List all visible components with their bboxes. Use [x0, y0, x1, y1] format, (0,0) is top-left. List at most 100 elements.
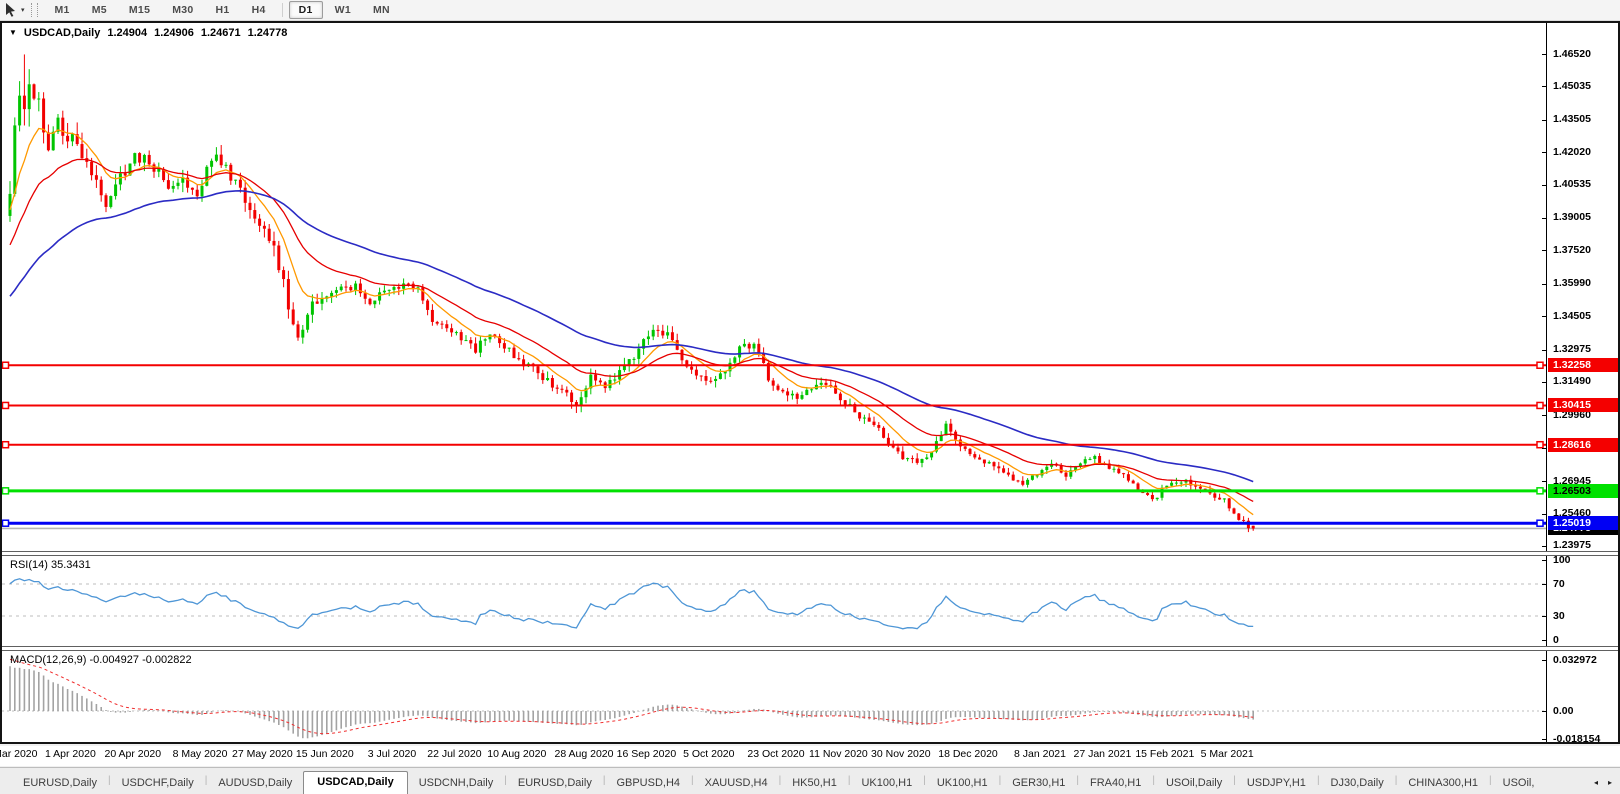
dropdown-caret-icon[interactable]: ▾ — [20, 6, 29, 14]
chart-tab-xauusd-h4[interactable]: XAUUSD,H4 — [694, 773, 779, 794]
date-label: 8 May 2020 — [173, 748, 228, 760]
axis-tick-mark — [1542, 86, 1547, 87]
tab-scroll-left-button[interactable]: ◂ — [1594, 778, 1598, 787]
chart-tab-hk50-h1[interactable]: HK50,H1 — [781, 773, 848, 794]
date-label: 15 Jun 2020 — [296, 748, 354, 760]
date-label: 16 Sep 2020 — [617, 748, 677, 760]
macd-tick-label: 0.00 — [1553, 705, 1573, 718]
date-label: 20 Apr 2020 — [104, 748, 161, 760]
tab-scroll-right-button[interactable]: ▸ — [1608, 778, 1612, 787]
line-handle[interactable] — [3, 402, 9, 408]
timeframe-button-w1[interactable]: W1 — [325, 1, 361, 19]
date-label: 1 Apr 2020 — [45, 748, 96, 760]
timeframe-button-m1[interactable]: M1 — [45, 1, 80, 19]
cursor-tool-icon[interactable] — [2, 2, 20, 18]
ma-slow-line — [10, 191, 1253, 482]
timeframe-button-m5[interactable]: M5 — [82, 1, 117, 19]
ma-mid-line — [10, 159, 1253, 501]
price-tick-label: 1.46520 — [1553, 48, 1591, 61]
price-chart-canvas[interactable] — [2, 23, 1546, 551]
line-handle[interactable] — [1537, 442, 1543, 448]
axis-tick-mark — [1542, 640, 1547, 641]
price-tick-label: 1.43505 — [1553, 113, 1591, 126]
low-value: 1.24671 — [201, 27, 241, 39]
chart-tab-ger30-h1[interactable]: GER30,H1 — [1001, 773, 1076, 794]
date-label: 10 Aug 2020 — [487, 748, 546, 760]
date-label: 28 Aug 2020 — [555, 748, 614, 760]
timeframe-button-h1[interactable]: H1 — [206, 1, 240, 19]
date-label: 27 May 2020 — [232, 748, 293, 760]
line-handle[interactable] — [1537, 488, 1543, 494]
price-tick-label: 1.39005 — [1553, 211, 1591, 224]
pane-divider[interactable] — [2, 646, 1618, 651]
chart-tab-fra40-h1[interactable]: FRA40,H1 — [1079, 773, 1152, 794]
chart-tab-usoil-daily[interactable]: USOil,Daily — [1155, 773, 1233, 794]
axis-tick-mark — [1542, 584, 1547, 585]
macd-histogram — [10, 666, 1253, 738]
line-handle[interactable] — [1537, 362, 1543, 368]
price-tick-label: 1.31490 — [1553, 375, 1591, 388]
level-price-label: 1.28616 — [1548, 438, 1618, 452]
macd-tick-label: -0.018154 — [1553, 733, 1600, 746]
date-label: 22 Jul 2020 — [427, 748, 481, 760]
line-handle[interactable] — [3, 488, 9, 494]
level-price-label: 1.32258 — [1548, 358, 1618, 372]
rsi-chart-canvas[interactable] — [2, 556, 1546, 646]
date-label: 18 Dec 2020 — [938, 748, 998, 760]
chart-tab-usdjpy-h1[interactable]: USDJPY,H1 — [1236, 773, 1317, 794]
price-tick-label: 1.40535 — [1553, 178, 1591, 191]
price-tick-label: 1.32975 — [1553, 343, 1591, 356]
date-label: 8 Jan 2021 — [1014, 748, 1066, 760]
axis-tick-mark — [1542, 120, 1547, 121]
chart-tab-uk100-h1[interactable]: UK100,H1 — [926, 773, 999, 794]
level-price-label: 1.30415 — [1548, 398, 1618, 412]
chart-tab-usdcnh-daily[interactable]: USDCNH,Daily — [408, 773, 505, 794]
chart-tab-usoil-[interactable]: USOil, — [1492, 773, 1546, 794]
axis-tick-mark — [1542, 284, 1547, 285]
chart-tab-gbpusd-h4[interactable]: GBPUSD,H4 — [605, 773, 691, 794]
axis-tick-mark — [1542, 350, 1547, 351]
date-label: 5 Oct 2020 — [683, 748, 734, 760]
cursor-arrow-glyph — [5, 3, 17, 17]
price-tick-label: 1.45035 — [1553, 80, 1591, 93]
timeframe-button-m15[interactable]: M15 — [119, 1, 160, 19]
axis-tick-mark — [1542, 711, 1547, 712]
pane-divider[interactable] — [2, 551, 1618, 556]
axis-tick-mark — [1542, 54, 1547, 55]
timeframe-button-mn[interactable]: MN — [363, 1, 400, 19]
timeframe-button-h4[interactable]: H4 — [242, 1, 276, 19]
axis-tick-mark — [1542, 316, 1547, 317]
chart-tab-usdcad-daily[interactable]: USDCAD,Daily — [303, 771, 407, 794]
price-tick-label: 1.42020 — [1553, 146, 1591, 159]
chart-title: ▼ USDCAD,Daily 1.24904 1.24906 1.24671 1… — [9, 27, 287, 39]
date-axis[interactable]: 13 Mar 20201 Apr 202020 Apr 20208 May 20… — [0, 746, 1620, 766]
macd-signal-line — [10, 659, 1253, 733]
macd-chart-canvas[interactable] — [2, 651, 1546, 741]
chart-tab-eurusd-daily[interactable]: EURUSD,Daily — [12, 773, 108, 794]
chart-tab-dj30-daily[interactable]: DJ30,Daily — [1320, 773, 1395, 794]
timeframe-button-m30[interactable]: M30 — [162, 1, 203, 19]
rsi-tick-label: 70 — [1553, 578, 1565, 591]
line-handle[interactable] — [1537, 520, 1543, 526]
line-handle[interactable] — [3, 362, 9, 368]
line-handle[interactable] — [1537, 402, 1543, 408]
rsi-line — [10, 579, 1253, 629]
date-label: 11 Nov 2020 — [809, 748, 868, 760]
close-value: 1.24778 — [248, 27, 288, 39]
rsi-tick-label: 30 — [1553, 610, 1565, 623]
level-lines-layer[interactable] — [2, 362, 1546, 526]
level-price-label: 1.26503 — [1548, 484, 1618, 498]
timeframe-button-d1[interactable]: D1 — [289, 1, 323, 19]
chart-tab-audusd-daily[interactable]: AUDUSD,Daily — [207, 773, 303, 794]
collapse-triangle-icon[interactable]: ▼ — [9, 28, 17, 38]
chart-tab-eurusd-daily[interactable]: EURUSD,Daily — [507, 773, 603, 794]
line-handle[interactable] — [3, 442, 9, 448]
candles-layer — [9, 54, 1255, 532]
chart-tab-china300-h1[interactable]: CHINA300,H1 — [1397, 773, 1489, 794]
line-handle[interactable] — [3, 520, 9, 526]
chart-tab-uk100-h1[interactable]: UK100,H1 — [850, 773, 923, 794]
axis-tick-mark — [1542, 481, 1547, 482]
chart-tab-usdchf-daily[interactable]: USDCHF,Daily — [111, 773, 205, 794]
axis-tick-mark — [1542, 660, 1547, 661]
date-label: 30 Nov 2020 — [871, 748, 931, 760]
